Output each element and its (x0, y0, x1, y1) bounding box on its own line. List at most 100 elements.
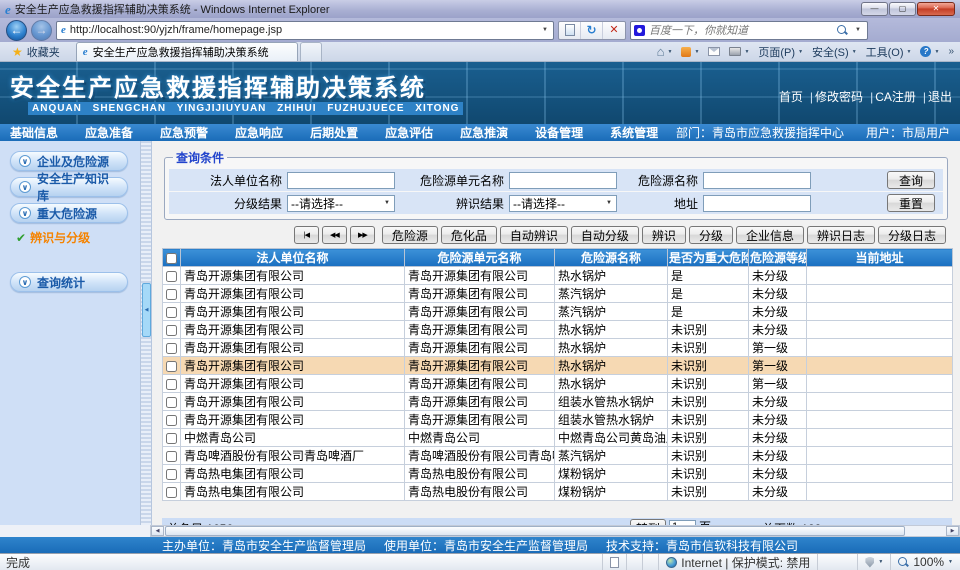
table-row[interactable]: 青岛开源集团有限公司 青岛开源集团有限公司 热水锅炉 未识别 第一级 (163, 339, 953, 357)
search-dropdown-icon[interactable]: ▼ (852, 27, 864, 33)
row-checkbox[interactable] (166, 469, 177, 480)
menu-item[interactable]: 系统管理 (610, 124, 658, 141)
row-checkbox[interactable] (166, 415, 177, 426)
row-checkbox[interactable] (166, 451, 177, 462)
search-box[interactable]: 百度一下，你就知道 ▼ (630, 21, 868, 40)
row-checkbox[interactable] (166, 289, 177, 300)
menu-item[interactable]: 应急响应 (235, 124, 283, 141)
table-row[interactable]: 青岛热电集团有限公司 青岛热电股份有限公司 煤粉锅炉 未识别 未分级 (163, 483, 953, 501)
read-mail-button[interactable] (708, 47, 720, 56)
header-link[interactable]: 退出 (916, 90, 952, 104)
header-link[interactable]: 修改密码 (803, 90, 863, 104)
row-checkbox[interactable] (166, 343, 177, 354)
corp-name-input[interactable] (287, 172, 395, 189)
stop-button[interactable]: ✕ (603, 22, 625, 39)
page-menu[interactable]: 页面(P)▼ (758, 44, 803, 60)
protected-mode-pane[interactable]: ▼ (857, 554, 890, 570)
menu-item[interactable]: 应急评估 (385, 124, 433, 141)
sidebar-splitter[interactable]: ◀ (140, 141, 152, 525)
search-button[interactable]: 查询 (887, 171, 935, 189)
row-checkbox[interactable] (166, 271, 177, 282)
table-row[interactable]: 青岛开源集团有限公司 青岛开源集团有限公司 热水锅炉 未识别 第一级 (163, 375, 953, 393)
toolbar-button[interactable]: 企业信息 (736, 226, 804, 244)
forward-button[interactable]: → (31, 20, 52, 41)
sidebar-group-enterprise-hazard[interactable]: ∨ 企业及危险源 (10, 151, 128, 171)
address-input[interactable] (703, 195, 811, 212)
row-checkbox[interactable] (166, 361, 177, 372)
table-row[interactable]: 青岛开源集团有限公司 青岛开源集团有限公司 蒸汽锅炉 是 未分级 (163, 285, 953, 303)
table-row[interactable]: 青岛开源集团有限公司 青岛开源集团有限公司 热水锅炉 未识别 未分级 (163, 321, 953, 339)
row-checkbox[interactable] (166, 307, 177, 318)
first-page-button[interactable]: |◀ (294, 226, 319, 244)
horizontal-scrollbar[interactable]: ◀ ▶ (150, 525, 960, 537)
help-menu[interactable]: ?▼ (920, 46, 939, 57)
toolbar-button[interactable]: 危险源 (382, 226, 438, 244)
feeds-button[interactable]: ▼ (681, 47, 699, 57)
menu-item[interactable]: 基础信息 (10, 124, 58, 141)
hazard-unit-input[interactable] (509, 172, 617, 189)
select-all-checkbox[interactable] (166, 253, 177, 264)
scrollbar-thumb[interactable] (165, 526, 905, 536)
reset-button[interactable]: 重置 (887, 194, 935, 212)
favorites-button[interactable]: ★ 收藏夹 (4, 43, 68, 61)
print-button[interactable]: ▼ (729, 47, 749, 56)
table-row[interactable]: 青岛热电集团有限公司 青岛热电股份有限公司 煤粉锅炉 未识别 未分级 (163, 465, 953, 483)
menu-item[interactable]: 设备管理 (535, 124, 583, 141)
address-dropdown-icon[interactable]: ▼ (539, 27, 551, 33)
splitter-collapse-handle[interactable]: ◀ (142, 283, 151, 337)
toolbar-button[interactable]: 辨识 (642, 226, 686, 244)
scroll-right-icon[interactable]: ▶ (946, 526, 959, 536)
row-checkbox[interactable] (166, 433, 177, 444)
row-checkbox[interactable] (166, 397, 177, 408)
hazard-name-input[interactable] (703, 172, 811, 189)
close-button[interactable]: ✕ (917, 2, 955, 16)
overflow-chevron-icon[interactable]: » (948, 46, 954, 57)
table-row[interactable]: 青岛开源集团有限公司 青岛开源集团有限公司 组装水管热水锅炉 未识别 未分级 (163, 411, 953, 429)
home-button[interactable]: ⌂▼ (657, 45, 673, 58)
maximize-button[interactable]: ▢ (889, 2, 916, 16)
tools-menu[interactable]: 工具(O)▼ (866, 44, 912, 60)
table-row[interactable]: 青岛开源集团有限公司 青岛开源集团有限公司 热水锅炉 是 未分级 (163, 267, 953, 285)
next-page-button[interactable]: ▶▶ (350, 226, 375, 244)
menu-item[interactable]: 后期处置 (310, 124, 358, 141)
prev-page-button[interactable]: ◀◀ (322, 226, 347, 244)
new-tab-stub[interactable] (300, 42, 322, 61)
tab-active[interactable]: e 安全生产应急救援指挥辅助决策系统 (76, 42, 298, 61)
address-bar[interactable]: e http://localhost:90/yjzh/frame/homepag… (56, 21, 554, 40)
toolbar-button[interactable]: 自动辨识 (500, 226, 568, 244)
table-row[interactable]: 青岛啤酒股份有限公司青岛啤酒厂 青岛啤酒股份有限公司青岛啤酒厂 蒸汽锅炉 未识别… (163, 447, 953, 465)
menu-item[interactable]: 应急准备 (85, 124, 133, 141)
search-icon[interactable] (837, 25, 848, 36)
sidebar-group-major-hazard[interactable]: ∨ 重大危险源 (10, 203, 128, 223)
header-link[interactable]: CA注册 (863, 90, 916, 104)
header-link[interactable]: 首页 (779, 90, 803, 104)
row-checkbox[interactable] (166, 379, 177, 390)
sidebar-group-knowledge-base[interactable]: ∨ 安全生产知识库 (10, 177, 128, 197)
table-row[interactable]: 青岛开源集团有限公司 青岛开源集团有限公司 组装水管热水锅炉 未识别 未分级 (163, 393, 953, 411)
safety-menu[interactable]: 安全(S)▼ (812, 44, 857, 60)
table-row[interactable]: 青岛开源集团有限公司 青岛开源集团有限公司 热水锅炉 未识别 第一级 (163, 357, 953, 375)
row-checkbox[interactable] (166, 325, 177, 336)
grade-result-select[interactable]: --请选择--▼ (287, 195, 395, 212)
refresh-button[interactable]: ↻ (581, 22, 603, 39)
sidebar-item-identify-grade[interactable]: ✔ 辨识与分级 (16, 229, 140, 246)
row-checkbox[interactable] (166, 487, 177, 498)
toolbar-button[interactable]: 分级 (689, 226, 733, 244)
menu-item[interactable]: 应急推演 (460, 124, 508, 141)
scroll-left-icon[interactable]: ◀ (151, 526, 164, 536)
security-zone-pane[interactable]: Internet | 保护模式: 禁用 (658, 554, 817, 570)
cell-hazard-unit: 青岛开源集团有限公司 (405, 285, 555, 303)
toolbar-button[interactable]: 危化品 (441, 226, 497, 244)
minimize-button[interactable]: — (861, 2, 888, 16)
zoom-control[interactable]: 100% ▼ (890, 554, 960, 570)
toolbar-button[interactable]: 分级日志 (878, 226, 946, 244)
toolbar-button[interactable]: 辨识日志 (807, 226, 875, 244)
compatibility-view-button[interactable] (559, 22, 581, 39)
toolbar-button[interactable]: 自动分级 (571, 226, 639, 244)
identify-result-select[interactable]: --请选择--▼ (509, 195, 617, 212)
menu-item[interactable]: 应急预警 (160, 124, 208, 141)
table-row[interactable]: 青岛开源集团有限公司 青岛开源集团有限公司 蒸汽锅炉 是 未分级 (163, 303, 953, 321)
sidebar-group-query-stats[interactable]: ∨ 查询统计 (10, 272, 128, 292)
table-row[interactable]: 中燃青岛公司 中燃青岛公司 中燃青岛公司黄岛油库锅炉 未识别 未分级 (163, 429, 953, 447)
back-button[interactable]: ← (6, 20, 27, 41)
